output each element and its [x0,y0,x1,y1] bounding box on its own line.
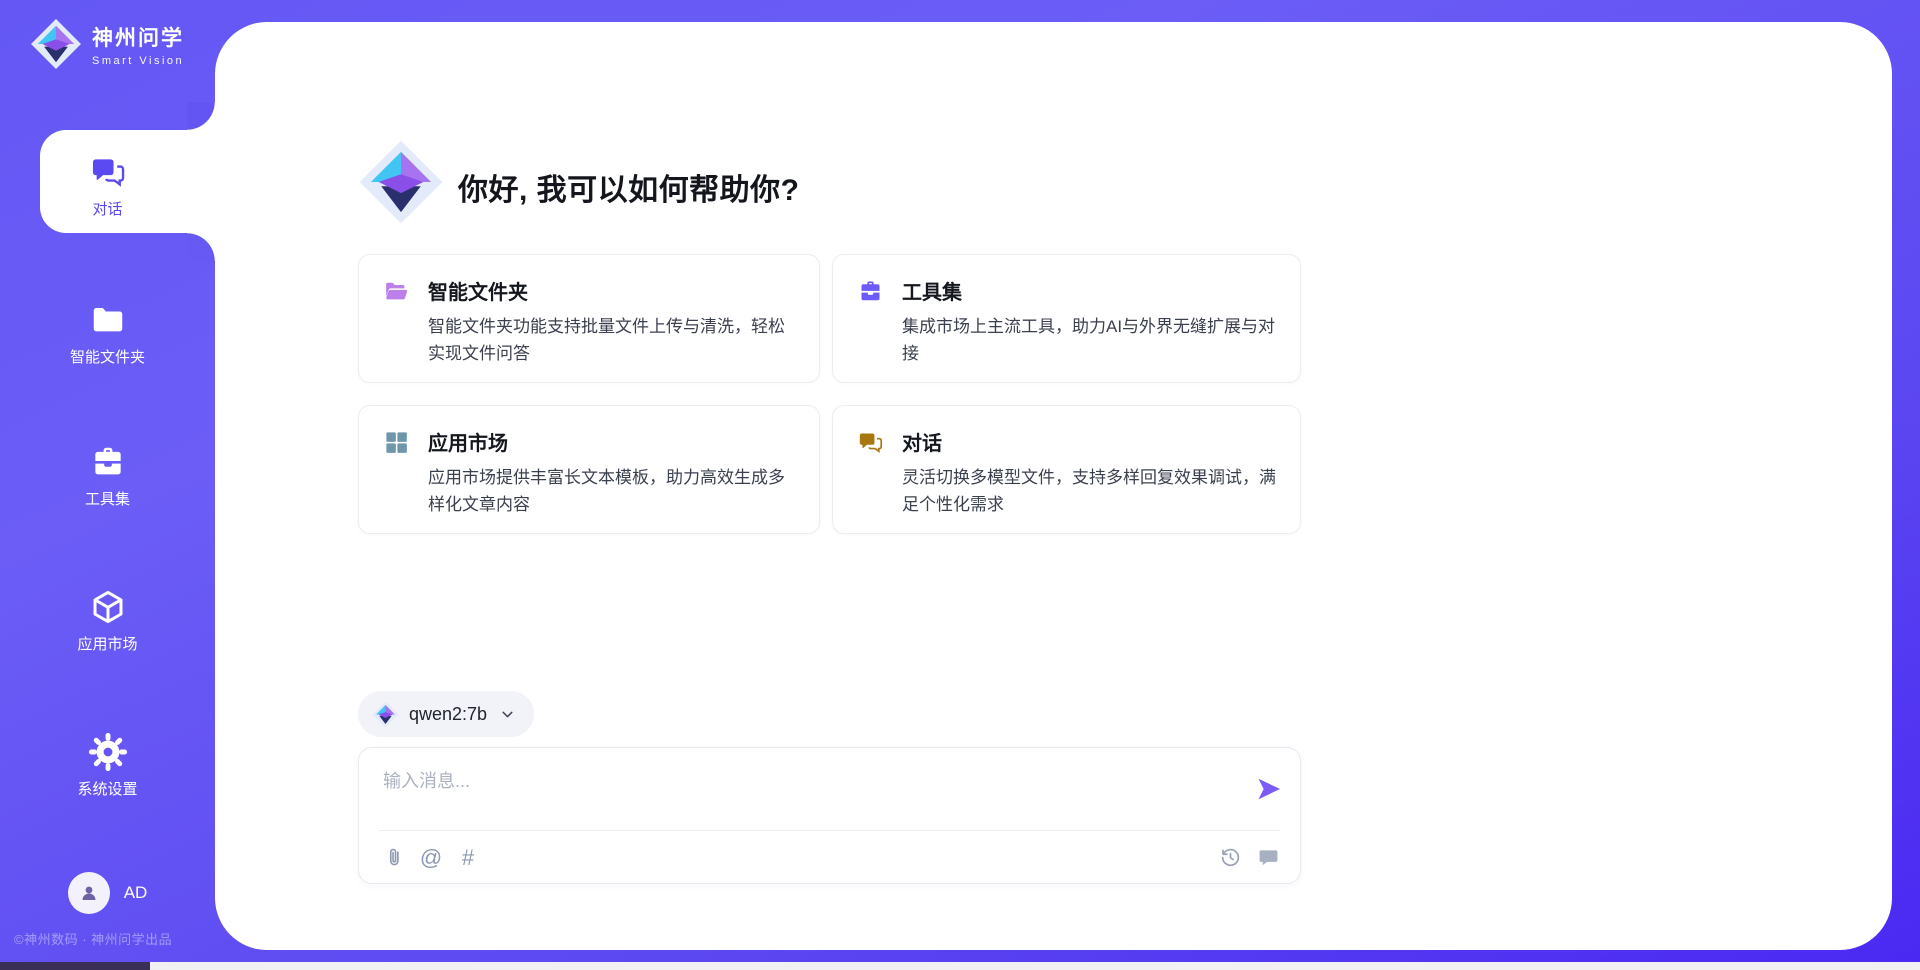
card-smart-folder[interactable]: 智能文件夹 智能文件夹功能支持批量文件上传与清洗，轻松实现文件问答 [358,254,820,383]
cube-icon [89,588,127,626]
sidebar-item-chat[interactable]: 对话 [0,153,215,219]
sidebar-item-smart-folder[interactable]: 智能文件夹 [0,301,215,367]
card-description: 灵活切换多模型文件，支持多样回复效果调试，满足个性化需求 [902,465,1278,518]
composer: @ # [358,747,1301,884]
sidebar: 神州问学 Smart Vision 对话 智能文件夹 工具集 应用市场 系统设 [0,0,215,962]
feedback-icon[interactable] [1257,846,1280,869]
card-body: 应用市场 应用市场提供丰富长文本模板，助力高效生成多样化文章内容 [428,427,797,533]
horizontal-scrollbar[interactable] [0,962,1920,970]
greeting-logo-icon [358,139,444,225]
sidebar-item-label: 工具集 [85,488,130,509]
card-body: 智能文件夹 智能文件夹功能支持批量文件上传与清洗，轻松实现文件问答 [428,276,797,382]
mention-icon[interactable]: @ [419,846,443,869]
scrollbar-thumb[interactable] [0,962,150,970]
brand-subtitle: Smart Vision [92,55,184,67]
send-icon[interactable] [1255,775,1283,803]
brand-name: 神州问学 [92,22,184,52]
sidebar-item-label: 系统设置 [77,778,137,799]
chevron-down-icon [499,706,516,723]
greeting-title: 你好, 我可以如何帮助你? [458,165,800,209]
folder-open-icon [383,278,410,305]
sidebar-item-label: 对话 [92,198,122,219]
sidebar-item-toolset[interactable]: 工具集 [0,443,215,509]
user-profile[interactable]: AD [0,872,215,914]
briefcase-icon [857,278,884,305]
sidebar-footer: ©神州数码 · 神州问学出品 [14,929,172,948]
folder-icon [89,301,127,339]
brand-text: 神州问学 Smart Vision [92,22,184,67]
model-selector[interactable]: qwen2:7b [358,691,534,737]
tab-fillet-bottom [187,233,215,261]
card-description: 智能文件夹功能支持批量文件上传与清洗，轻松实现文件问答 [428,314,797,367]
sidebar-item-app-market[interactable]: 应用市场 [0,588,215,654]
hashtag-icon[interactable]: # [456,846,480,869]
card-app-market[interactable]: 应用市场 应用市场提供丰富长文本模板，助力高效生成多样化文章内容 [358,405,820,534]
sidebar-item-label: 应用市场 [77,633,137,654]
avatar [68,872,110,914]
app-root: 神州问学 Smart Vision 对话 智能文件夹 工具集 应用市场 系统设 [0,0,1920,970]
chat-icon [857,429,884,456]
card-title: 应用市场 [428,427,797,456]
grid-icon [383,429,410,456]
card-title: 工具集 [902,276,1278,305]
sidebar-item-settings[interactable]: 系统设置 [0,733,215,799]
model-name: qwen2:7b [409,704,487,725]
message-input[interactable] [383,764,1203,798]
tab-fillet-top [187,102,215,130]
card-chat[interactable]: 对话 灵活切换多模型文件，支持多样回复效果调试，满足个性化需求 [832,405,1301,534]
card-description: 应用市场提供丰富长文本模板，助力高效生成多样化文章内容 [428,465,797,518]
user-name: AD [124,883,148,903]
brand: 神州问学 Smart Vision [30,18,184,70]
composer-divider [379,830,1280,831]
brand-logo-icon [30,18,82,70]
composer-toolbar: @ # [383,838,1280,876]
card-body: 对话 灵活切换多模型文件，支持多样回复效果调试，满足个性化需求 [902,427,1278,533]
card-description: 集成市场上主流工具，助力AI与外界无缝扩展与对接 [902,314,1278,367]
card-title: 智能文件夹 [428,276,797,305]
chat-icon [89,153,127,191]
toolbox-icon [89,443,127,481]
model-logo-icon [372,701,399,728]
card-toolset[interactable]: 工具集 集成市场上主流工具，助力AI与外界无缝扩展与对接 [832,254,1301,383]
history-icon[interactable] [1219,846,1242,869]
gear-icon [89,733,127,771]
sidebar-item-label: 智能文件夹 [70,346,145,367]
card-body: 工具集 集成市场上主流工具，助力AI与外界无缝扩展与对接 [902,276,1278,382]
card-title: 对话 [902,427,1278,456]
feature-cards: 智能文件夹 智能文件夹功能支持批量文件上传与清洗，轻松实现文件问答 工具集 集成… [358,254,1301,534]
attach-icon[interactable] [383,846,406,869]
person-icon [77,881,101,905]
